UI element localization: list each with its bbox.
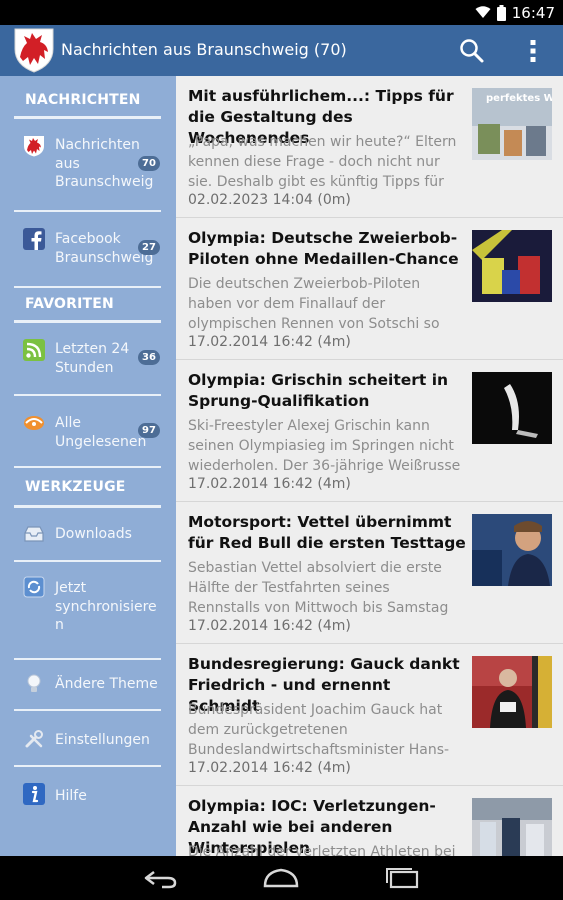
recent-apps-icon[interactable]	[382, 866, 422, 890]
status-icons: 16:47	[475, 3, 555, 22]
overflow-menu-icon[interactable]	[522, 37, 544, 65]
status-bar: 16:47	[0, 0, 563, 25]
section-header-werkzeuge: WERKZEUGE	[14, 479, 161, 508]
sidebar-item-einstellungen[interactable]: Einstellungen	[14, 711, 161, 767]
sidebar-item-label: Hilfe	[55, 788, 87, 804]
back-icon[interactable]	[140, 866, 180, 890]
article-date: 17.02.2014 16:42 (4m)	[188, 476, 351, 492]
article-excerpt: „Papa, was machen wir heute?“ Eltern ken…	[188, 134, 457, 190]
battery-icon	[496, 4, 506, 21]
item-divider	[14, 286, 161, 288]
article-date: 02.02.2023 14:04 (0m)	[188, 192, 351, 208]
sidebar-item-label: Ändere Theme	[55, 676, 158, 692]
article-item[interactable]: Motorsport: Vettel übernimmt für Red Bul…	[176, 502, 563, 644]
article-excerpt: Ski-Freestyler Alexej Grischin kann sein…	[188, 418, 461, 474]
article-title: Olympia: Deutsche Zweierbob-Piloten ohne…	[188, 229, 459, 268]
article-thumbnail	[472, 798, 552, 856]
sidebar-item-hilfe[interactable]: Hilfe	[14, 767, 161, 823]
item-divider	[14, 466, 161, 468]
status-time: 16:47	[511, 3, 555, 22]
search-icon[interactable]	[458, 37, 486, 65]
tools-icon	[25, 730, 43, 748]
section-header-nachrichten: NACHRICHTEN	[14, 92, 161, 119]
article-date: 17.02.2014 16:42 (4m)	[188, 618, 351, 634]
article-item[interactable]: Olympia: Deutsche Zweierbob-Piloten ohne…	[176, 218, 563, 360]
sidebar-item-label: Jetzt synchronisieren	[55, 580, 157, 633]
sidebar-item-letzten-24-stunden[interactable]: Letzten 24 Stunden 36	[14, 323, 161, 396]
navigation-drawer: NACHRICHTEN Nachrichten aus Braunschweig…	[0, 76, 176, 856]
article-date: 17.02.2014 16:42 (4m)	[188, 760, 351, 776]
sync-icon	[23, 576, 45, 598]
article-excerpt: Bundespräsident Joachim Gauck hat dem zu…	[188, 702, 450, 758]
lightbulb-icon	[27, 674, 41, 692]
inbox-icon	[24, 526, 44, 542]
system-navigation-bar	[0, 856, 563, 900]
article-list: Mit ausführlichem...: Tipps für die Gest…	[176, 76, 563, 856]
article-thumbnail	[472, 656, 552, 728]
article-item[interactable]: Olympia: Grischin scheitert in Sprung-Qu…	[176, 360, 563, 502]
sidebar-item-alle-ungelesenen[interactable]: Alle Ungelesenen 97	[14, 396, 161, 468]
rss-icon	[23, 339, 45, 361]
section-divider	[14, 116, 161, 119]
section-header-favoriten: FAVORITEN	[14, 296, 161, 323]
article-title: Olympia: Grischin scheitert in Sprung-Qu…	[188, 371, 449, 410]
article-date: 17.02.2014 16:42 (4m)	[188, 334, 351, 350]
article-thumbnail	[472, 372, 552, 444]
article-item[interactable]: Olympia: IOC: Verletzungen-Anzahl wie be…	[176, 786, 563, 856]
sidebar-item-jetzt-synchronisieren[interactable]: Jetzt synchronisieren	[14, 562, 161, 660]
sidebar-item-label: Einstellungen	[55, 732, 150, 748]
app-bar: Nachrichten aus Braunschweig (70)	[0, 25, 563, 76]
article-thumbnail	[472, 230, 552, 302]
sidebar-item-downloads[interactable]: Downloads	[14, 508, 161, 562]
article-excerpt: Sebastian Vettel absolviert die erste Hä…	[188, 560, 449, 616]
count-badge: 70	[138, 156, 160, 171]
count-badge: 27	[138, 240, 160, 255]
wifi-icon	[475, 6, 491, 18]
count-badge: 36	[138, 350, 160, 365]
article-excerpt: Die Anzahl der verletzten Athleten bei	[188, 844, 456, 856]
unread-icon	[24, 416, 44, 430]
sidebar-item-nachrichten[interactable]: Nachrichten aus Braunschweig 70	[14, 122, 161, 212]
article-item[interactable]: Bundesregierung: Gauck dankt Friedrich -…	[176, 644, 563, 786]
info-icon	[23, 783, 45, 805]
sidebar-item-label: Downloads	[55, 526, 132, 542]
sidebar-item-facebook[interactable]: Facebook Braunschweig 27	[14, 212, 161, 288]
lion-crest-icon	[24, 136, 44, 157]
article-thumbnail: perfektes Wochenende	[472, 88, 552, 160]
app-title: Nachrichten aus Braunschweig (70)	[61, 40, 347, 59]
home-icon[interactable]	[261, 866, 301, 890]
thumbnail-caption: perfektes Wochenende	[486, 93, 552, 104]
count-badge: 97	[138, 423, 160, 438]
facebook-icon	[23, 228, 45, 250]
article-title: Motorsport: Vettel übernimmt für Red Bul…	[188, 513, 466, 552]
article-thumbnail	[472, 514, 552, 586]
article-excerpt: Die deutschen Zweierbob-Piloten haben vo…	[188, 276, 440, 332]
sidebar-item-aendere-theme[interactable]: Ändere Theme	[14, 660, 161, 711]
article-item[interactable]: Mit ausführlichem...: Tipps für die Gest…	[176, 76, 563, 218]
app-logo-icon[interactable]	[12, 27, 56, 73]
